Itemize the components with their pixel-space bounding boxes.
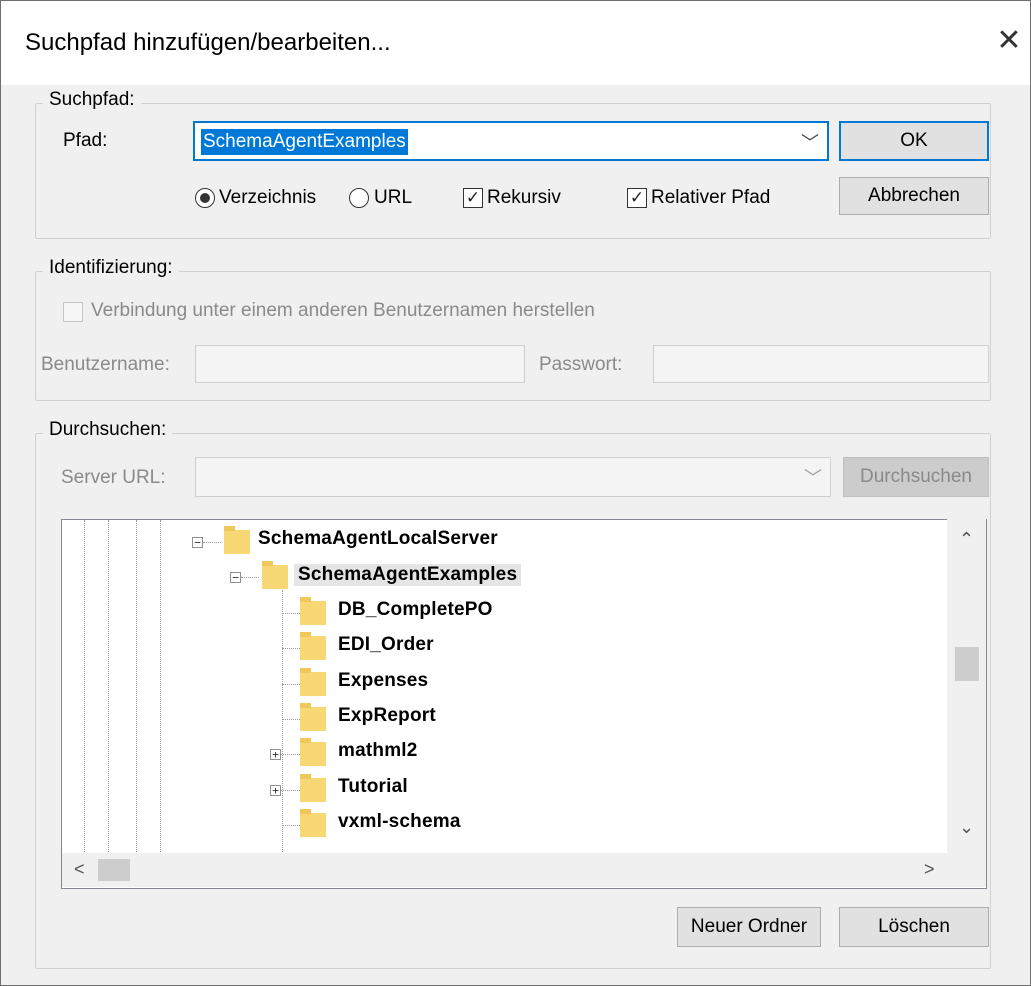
path-label: Pfad: bbox=[63, 130, 108, 151]
browse-button-label: Durchsuchen bbox=[860, 466, 972, 487]
cancel-button[interactable]: Abbrechen bbox=[839, 177, 989, 215]
folder-icon bbox=[300, 703, 326, 731]
folder-tree[interactable]: − SchemaAgentLocalServer − SchemaAgentEx… bbox=[61, 519, 987, 889]
folder-icon bbox=[300, 632, 326, 660]
radio-url-label[interactable]: URL bbox=[374, 187, 412, 209]
new-folder-button[interactable]: Neuer Ordner bbox=[677, 907, 821, 947]
username-label: Benutzername: bbox=[41, 354, 170, 375]
tree-item-label[interactable]: ExpReport bbox=[338, 705, 436, 727]
tree-guide-line bbox=[84, 520, 85, 854]
tree-item-label[interactable]: DB_CompletePO bbox=[338, 599, 493, 621]
server-url-combobox[interactable]: ﹀ bbox=[195, 457, 831, 497]
relative-path-label[interactable]: Relativer Pfad bbox=[651, 187, 770, 209]
folder-icon bbox=[300, 597, 326, 625]
ok-button-label: OK bbox=[900, 130, 928, 151]
tree-guide-line bbox=[160, 520, 161, 854]
connect-other-user-checkbox[interactable] bbox=[63, 302, 83, 322]
folder-icon bbox=[262, 561, 288, 589]
folder-icon bbox=[300, 668, 326, 696]
tree-branch-line bbox=[282, 825, 300, 826]
dialog-title: Suchpfad hinzufügen/bearbeiten... bbox=[25, 29, 391, 56]
chevron-down-icon[interactable]: ⌄ bbox=[959, 817, 974, 838]
tree-guide-line bbox=[282, 590, 283, 854]
folder-icon bbox=[300, 809, 326, 837]
server-url-label: Server URL: bbox=[61, 467, 166, 488]
cancel-button-label: Abbrechen bbox=[868, 185, 960, 206]
tree-branch-line bbox=[282, 719, 300, 720]
tree-branch-line bbox=[241, 577, 259, 578]
new-folder-button-label: Neuer Ordner bbox=[690, 916, 808, 937]
username-field[interactable] bbox=[195, 345, 525, 383]
radio-directory-label[interactable]: Verzeichnis bbox=[219, 187, 316, 209]
relative-path-checkbox[interactable]: ✓ bbox=[627, 188, 647, 208]
tree-branch-line bbox=[282, 684, 300, 685]
chevron-right-icon[interactable]: > bbox=[924, 859, 935, 880]
plus-icon[interactable]: + bbox=[270, 785, 281, 796]
vertical-scroll-thumb[interactable] bbox=[955, 647, 979, 681]
path-value[interactable]: SchemaAgentExamples bbox=[201, 129, 408, 155]
tree-item-label[interactable]: SchemaAgentLocalServer bbox=[258, 528, 498, 550]
browse-button[interactable]: Durchsuchen bbox=[843, 457, 989, 497]
tree-branch-line bbox=[281, 754, 300, 755]
tree-guide-line bbox=[136, 520, 137, 854]
tree-item-label[interactable]: Tutorial bbox=[338, 776, 408, 798]
tree-branch-line bbox=[203, 542, 221, 543]
search-path-legend: Suchpfad: bbox=[43, 89, 141, 111]
tree-item-label[interactable]: vxml-schema bbox=[338, 811, 461, 833]
password-label: Passwort: bbox=[539, 354, 623, 375]
horizontal-scroll-thumb[interactable] bbox=[98, 859, 130, 881]
folder-icon bbox=[224, 526, 250, 554]
folder-icon bbox=[300, 774, 326, 802]
tree-branch-line bbox=[282, 648, 300, 649]
tree-item-label[interactable]: EDI_Order bbox=[338, 634, 434, 656]
chevron-down-icon[interactable]: ﹀ bbox=[801, 129, 819, 155]
folder-icon bbox=[300, 738, 326, 766]
identification-legend: Identifizierung: bbox=[43, 257, 179, 279]
radio-url[interactable] bbox=[349, 188, 369, 208]
recursive-label[interactable]: Rekursiv bbox=[487, 187, 561, 209]
chevron-left-icon[interactable]: < bbox=[74, 859, 85, 880]
browse-legend: Durchsuchen: bbox=[43, 419, 173, 441]
minus-icon[interactable]: − bbox=[230, 572, 241, 583]
plus-icon[interactable]: + bbox=[270, 749, 281, 760]
dialog-window: Suchpfad hinzufügen/bearbeiten... ✕ Such… bbox=[0, 0, 1031, 986]
title-bar[interactable]: Suchpfad hinzufügen/bearbeiten... ✕ bbox=[1, 1, 1030, 85]
close-icon[interactable]: ✕ bbox=[995, 23, 1023, 59]
tree-item-label[interactable]: mathml2 bbox=[338, 740, 418, 762]
vertical-scrollbar[interactable]: ⌃ ⌄ bbox=[947, 519, 986, 855]
password-field[interactable] bbox=[653, 345, 989, 383]
tree-guide-line bbox=[108, 520, 109, 854]
delete-button[interactable]: Löschen bbox=[839, 907, 989, 947]
chevron-up-icon[interactable]: ⌃ bbox=[959, 529, 974, 550]
delete-button-label: Löschen bbox=[878, 916, 950, 937]
path-combobox[interactable]: SchemaAgentExamples ﹀ bbox=[193, 121, 829, 161]
recursive-checkbox[interactable]: ✓ bbox=[463, 188, 483, 208]
radio-directory[interactable] bbox=[195, 188, 215, 208]
tree-branch-line bbox=[281, 790, 300, 791]
connect-other-user-label[interactable]: Verbindung unter einem anderen Benutzern… bbox=[91, 300, 595, 322]
tree-branch-line bbox=[282, 613, 300, 614]
ok-button[interactable]: OK bbox=[839, 121, 989, 161]
tree-item-label-selected[interactable]: SchemaAgentExamples bbox=[294, 564, 522, 586]
minus-icon[interactable]: − bbox=[192, 537, 203, 548]
chevron-down-icon[interactable]: ﹀ bbox=[804, 464, 822, 490]
tree-item-label[interactable]: Expenses bbox=[338, 670, 428, 692]
horizontal-scrollbar[interactable]: < > bbox=[62, 853, 947, 887]
radio-selected-dot bbox=[200, 193, 210, 203]
scrollbar-corner bbox=[947, 853, 986, 887]
